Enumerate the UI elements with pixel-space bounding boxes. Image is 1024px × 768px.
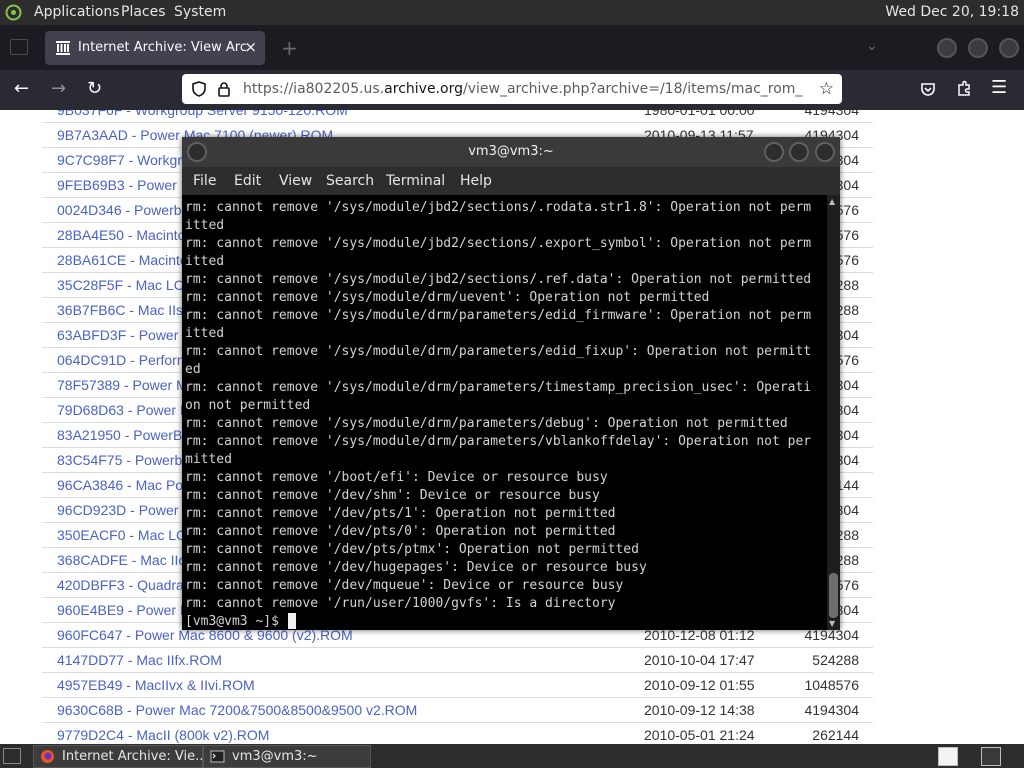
maximize-icon[interactable] (789, 142, 809, 162)
menu-terminal[interactable]: Terminal (386, 173, 445, 189)
workspace-2[interactable] (981, 747, 1001, 766)
terminal-output: rm: cannot remove '/sys/module/jbd2/sect… (185, 200, 812, 611)
bookmark-star-icon[interactable]: ☆ (819, 79, 834, 99)
minimize-icon[interactable] (764, 142, 784, 162)
tab-title: Internet Archive: View Archive (78, 40, 248, 55)
forward-icon[interactable]: → (51, 79, 66, 99)
url-text[interactable]: https://ia802205.us.archive.org/view_arc… (243, 81, 803, 97)
applications-menu[interactable]: Applications (34, 4, 120, 20)
bottom-taskbar: Internet Archive: Vie... vm3@vm3:~ (0, 744, 1024, 768)
terminal-output-area[interactable]: rm: cannot remove '/sys/module/jbd2/sect… (182, 195, 827, 630)
browser-tab-strip: Internet Archive: View Archive × + ⌄ (0, 25, 1024, 70)
system-menu[interactable]: System (174, 4, 226, 20)
file-name-link[interactable]: 9B037F6F - Workgroup Server 9150-120.ROM (42, 110, 644, 123)
file-date: 2010-09-12 01:55 (644, 672, 804, 698)
file-date: 2010-09-12 14:38 (644, 697, 804, 723)
pocket-icon[interactable] (920, 81, 936, 97)
archive-favicon-icon (56, 41, 70, 55)
terminal-cursor (288, 613, 296, 629)
taskbar-item-label: Internet Archive: Vie... (62, 749, 208, 764)
hamburger-menu-icon[interactable]: ☰ (991, 78, 1007, 98)
menu-search[interactable]: Search (326, 173, 374, 189)
minimize-window-icon[interactable] (937, 38, 957, 58)
list-all-tabs-icon[interactable]: ⌄ (866, 38, 878, 54)
places-menu[interactable]: Places (121, 4, 166, 20)
tracking-protection-shield-icon[interactable] (191, 81, 207, 97)
maximize-window-icon[interactable] (968, 38, 988, 58)
panel-clock[interactable]: Wed Dec 20, 19:18 (885, 4, 1019, 20)
file-size: 4194304 (804, 110, 873, 123)
file-name-link[interactable]: 9779D2C4 - MacII (800k v2).ROM (42, 722, 644, 744)
back-icon[interactable]: ← (14, 79, 29, 99)
file-size: 262144 (804, 722, 873, 744)
firefox-icon (41, 750, 54, 763)
file-size: 1048576 (804, 672, 873, 698)
url-bar[interactable]: https://ia802205.us.archive.org/view_arc… (182, 74, 842, 104)
lock-icon[interactable] (217, 81, 231, 97)
terminal-menubar: File Edit View Search Terminal Help (182, 167, 840, 195)
menu-view[interactable]: View (279, 173, 312, 189)
terminal-icon (210, 750, 225, 763)
reload-icon[interactable]: ↻ (87, 79, 102, 99)
file-name-link[interactable]: 9630C68B - Power Mac 7200&7500&8500&9500… (42, 697, 644, 723)
menu-edit[interactable]: Edit (234, 173, 261, 189)
tab-internet-archive[interactable]: Internet Archive: View Archive × (45, 31, 265, 65)
taskbar-item-label: vm3@vm3:~ (232, 749, 318, 764)
url-domain: archive.org (384, 81, 463, 97)
file-row: 9B037F6F - Workgroup Server 9150-120.ROM… (42, 110, 873, 123)
file-name-link[interactable]: 4147DD77 - Mac IIfx.ROM (42, 647, 644, 673)
file-date: 2010-10-04 17:47 (644, 647, 804, 673)
terminal-title: vm3@vm3:~ (468, 144, 554, 159)
file-date: 2010-05-01 21:24 (644, 722, 804, 744)
scrollbar-thumb[interactable] (829, 573, 838, 618)
url-prefix: https://ia802205.us. (243, 81, 385, 97)
scroll-down-icon[interactable]: ▼ (829, 619, 835, 628)
firefox-view-icon[interactable] (10, 39, 28, 55)
shell-prompt: [vm3@vm3 ~]$ (185, 614, 287, 629)
file-row: 9630C68B - Power Mac 7200&7500&8500&9500… (42, 697, 873, 723)
tab-close-icon[interactable]: × (244, 38, 257, 56)
file-size: 524288 (804, 647, 873, 673)
file-name-link[interactable]: 4957EB49 - MacIIvx & IIvi.ROM (42, 672, 644, 698)
file-row: 4147DD77 - Mac IIfx.ROM 2010-10-04 17:47 5… (42, 647, 873, 673)
taskbar-item-firefox[interactable]: Internet Archive: Vie... (33, 745, 208, 768)
url-path: /view_archive.php?archive=/18/items/mac_… (462, 81, 803, 97)
taskbar-item-terminal[interactable]: vm3@vm3:~ (203, 745, 371, 768)
file-row: 4957EB49 - MacIIvx & IIvi.ROM 2010-09-12 … (42, 672, 873, 698)
distro-logo-icon[interactable] (5, 4, 22, 21)
menu-file[interactable]: File (193, 173, 216, 189)
new-tab-icon[interactable]: + (281, 36, 298, 60)
workspace-1[interactable] (938, 747, 958, 766)
scroll-up-icon[interactable]: ▲ (829, 197, 835, 206)
navigation-toolbar: ← → ↻ https://ia802205.us.archive.org/vi… (0, 70, 1024, 110)
terminal-titlebar[interactable]: vm3@vm3:~ (182, 137, 840, 167)
close-icon[interactable] (815, 142, 835, 162)
terminal-window[interactable]: vm3@vm3:~ File Edit View Search Terminal… (182, 137, 840, 630)
show-desktop-icon[interactable] (3, 748, 21, 764)
extensions-icon[interactable] (956, 80, 973, 97)
top-panel: Applications Places System Wed Dec 20, 1… (0, 0, 1024, 25)
close-window-icon[interactable] (999, 38, 1019, 58)
file-size: 4194304 (804, 697, 873, 723)
file-date: 1980-01-01 00:00 (644, 110, 804, 123)
file-row: 9779D2C4 - MacII (800k v2).ROM 2010-05-01… (42, 722, 873, 744)
terminal-scrollbar[interactable]: ▲ ▼ (827, 195, 840, 630)
menu-help[interactable]: Help (460, 173, 492, 189)
